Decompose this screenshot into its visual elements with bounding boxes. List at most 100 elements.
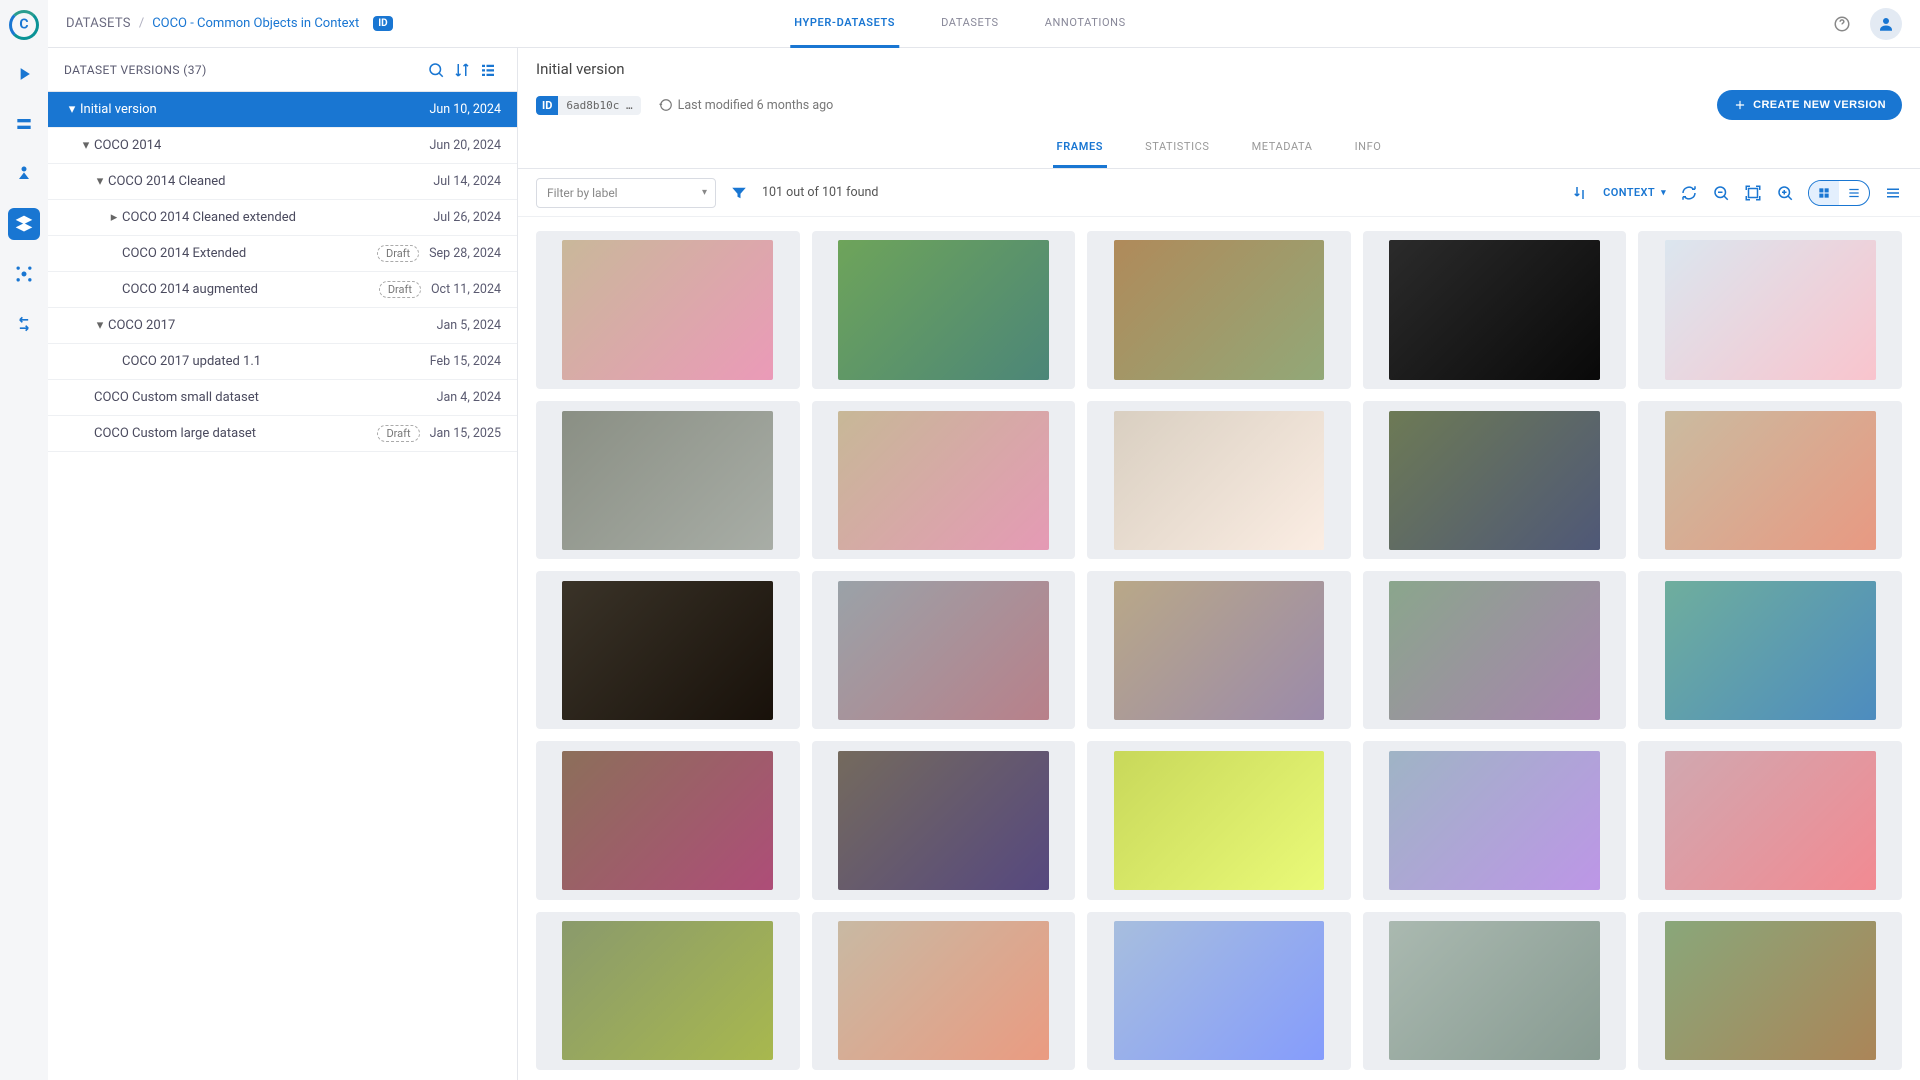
context-dropdown[interactable]: CONTEXT▾ bbox=[1603, 186, 1666, 199]
frame-thumb bbox=[1114, 411, 1325, 550]
filter-label-select[interactable]: Filter by label bbox=[536, 178, 716, 208]
frame-card[interactable] bbox=[1087, 571, 1351, 729]
version-label: COCO 2014 Cleaned bbox=[108, 174, 433, 189]
zoom-fit-icon[interactable] bbox=[1744, 184, 1762, 202]
version-row[interactable]: COCO Custom small datasetJan 4, 2024 bbox=[48, 380, 517, 416]
more-menu-icon[interactable] bbox=[1884, 184, 1902, 202]
frame-thumb bbox=[1665, 411, 1876, 550]
subtab-frames[interactable]: FRAMES bbox=[1053, 130, 1108, 168]
version-row[interactable]: ▾COCO 2014Jun 20, 2024 bbox=[48, 128, 517, 164]
version-date: Jan 15, 2025 bbox=[430, 426, 501, 441]
rail-pipelines-icon[interactable] bbox=[8, 158, 40, 190]
table-view-button[interactable] bbox=[1839, 181, 1869, 205]
rail-models-icon[interactable] bbox=[8, 108, 40, 140]
subtab-statistics[interactable]: STATISTICS bbox=[1141, 130, 1214, 168]
breadcrumb-id-badge[interactable]: ID bbox=[373, 16, 392, 31]
version-date: Jul 14, 2024 bbox=[433, 174, 501, 189]
frame-card[interactable] bbox=[536, 401, 800, 559]
zoom-out-icon[interactable] bbox=[1712, 184, 1730, 202]
frame-card[interactable] bbox=[1638, 571, 1902, 729]
frame-card[interactable] bbox=[536, 912, 800, 1070]
frames-grid-wrap[interactable] bbox=[518, 217, 1920, 1080]
version-row[interactable]: COCO 2017 updated 1.1Feb 15, 2024 bbox=[48, 344, 517, 380]
frame-card[interactable] bbox=[1638, 741, 1902, 899]
frame-thumb bbox=[838, 921, 1049, 1060]
frame-card[interactable] bbox=[1087, 231, 1351, 389]
frame-card[interactable] bbox=[812, 741, 1076, 899]
frame-card[interactable] bbox=[1638, 231, 1902, 389]
versions-panel: DATASET VERSIONS (37) ▾Initial versionJu… bbox=[48, 48, 518, 1080]
frame-card[interactable] bbox=[1087, 401, 1351, 559]
topnav-datasets[interactable]: DATASETS bbox=[937, 0, 1003, 48]
frame-card[interactable] bbox=[536, 741, 800, 899]
subtab-info[interactable]: INFO bbox=[1351, 130, 1386, 168]
breadcrumb-root[interactable]: DATASETS bbox=[66, 16, 131, 31]
create-version-button[interactable]: CREATE NEW VERSION bbox=[1717, 90, 1902, 120]
frame-card[interactable] bbox=[1087, 741, 1351, 899]
frame-thumb bbox=[1389, 921, 1600, 1060]
rail-experiments-icon[interactable] bbox=[8, 58, 40, 90]
frame-card[interactable] bbox=[1363, 571, 1627, 729]
chevron-icon bbox=[78, 390, 94, 405]
filter-icon[interactable] bbox=[730, 184, 748, 202]
frame-card[interactable] bbox=[1638, 912, 1902, 1070]
version-label: COCO 2017 bbox=[108, 318, 437, 333]
version-row[interactable]: COCO 2014 ExtendedDraftSep 28, 2024 bbox=[48, 236, 517, 272]
grid-view-button[interactable] bbox=[1809, 181, 1839, 205]
rail-reports-icon[interactable] bbox=[8, 258, 40, 290]
frame-thumb bbox=[562, 581, 773, 720]
chevron-icon: ▾ bbox=[92, 318, 108, 333]
user-avatar[interactable] bbox=[1870, 8, 1902, 40]
version-row[interactable]: ▾Initial versionJun 10, 2024 bbox=[48, 92, 517, 128]
chevron-icon bbox=[78, 426, 94, 441]
topnav-annotations[interactable]: ANNOTATIONS bbox=[1041, 0, 1130, 48]
sort-icon[interactable] bbox=[449, 61, 475, 79]
version-row[interactable]: COCO 2014 augmentedDraftOct 11, 2024 bbox=[48, 272, 517, 308]
version-row[interactable]: ▾COCO 2014 CleanedJul 14, 2024 bbox=[48, 164, 517, 200]
frame-card[interactable] bbox=[1363, 741, 1627, 899]
frame-thumb bbox=[838, 751, 1049, 890]
version-id-chip[interactable]: ID 6ad8b10c … bbox=[536, 96, 641, 115]
refresh-icon[interactable] bbox=[1680, 184, 1698, 202]
help-icon[interactable] bbox=[1828, 10, 1856, 38]
frame-card[interactable] bbox=[1363, 231, 1627, 389]
list-view-icon[interactable] bbox=[475, 61, 501, 79]
sort-frames-icon[interactable] bbox=[1571, 184, 1589, 202]
frame-thumb bbox=[1389, 411, 1600, 550]
frame-thumb bbox=[1114, 581, 1325, 720]
subtab-metadata[interactable]: METADATA bbox=[1248, 130, 1317, 168]
app-logo bbox=[9, 10, 39, 40]
frame-thumb bbox=[562, 751, 773, 890]
last-modified: Last modified 6 months ago bbox=[659, 98, 834, 113]
frame-card[interactable] bbox=[812, 571, 1076, 729]
chevron-icon bbox=[106, 282, 122, 297]
version-date: Sep 28, 2024 bbox=[429, 246, 501, 261]
frame-card[interactable] bbox=[812, 231, 1076, 389]
frame-card[interactable] bbox=[1638, 401, 1902, 559]
search-icon[interactable] bbox=[423, 61, 449, 79]
frame-thumb bbox=[838, 240, 1049, 379]
chevron-icon bbox=[106, 246, 122, 261]
versions-title: DATASET VERSIONS (37) bbox=[64, 63, 207, 77]
version-date: Jun 10, 2024 bbox=[429, 102, 501, 117]
frame-card[interactable] bbox=[812, 401, 1076, 559]
frame-thumb bbox=[1114, 751, 1325, 890]
topnav-hyper-datasets[interactable]: HYPER-DATASETS bbox=[790, 0, 899, 48]
frame-card[interactable] bbox=[812, 912, 1076, 1070]
frame-card[interactable] bbox=[1363, 401, 1627, 559]
rail-compare-icon[interactable] bbox=[8, 308, 40, 340]
frame-card[interactable] bbox=[1363, 912, 1627, 1070]
version-row[interactable]: ▸COCO 2014 Cleaned extendedJul 26, 2024 bbox=[48, 200, 517, 236]
frame-card[interactable] bbox=[536, 571, 800, 729]
breadcrumb-current[interactable]: COCO - Common Objects in Context bbox=[152, 16, 359, 31]
version-label: COCO Custom small dataset bbox=[94, 390, 437, 405]
version-row[interactable]: ▾COCO 2017Jan 5, 2024 bbox=[48, 308, 517, 344]
zoom-in-icon[interactable] bbox=[1776, 184, 1794, 202]
breadcrumb: DATASETS / COCO - Common Objects in Cont… bbox=[66, 16, 393, 31]
frame-card[interactable] bbox=[536, 231, 800, 389]
rail-datasets-icon[interactable] bbox=[8, 208, 40, 240]
frame-card[interactable] bbox=[1087, 912, 1351, 1070]
version-row[interactable]: COCO Custom large datasetDraftJan 15, 20… bbox=[48, 416, 517, 452]
draft-badge: Draft bbox=[379, 281, 421, 298]
chevron-icon: ▾ bbox=[64, 102, 80, 117]
